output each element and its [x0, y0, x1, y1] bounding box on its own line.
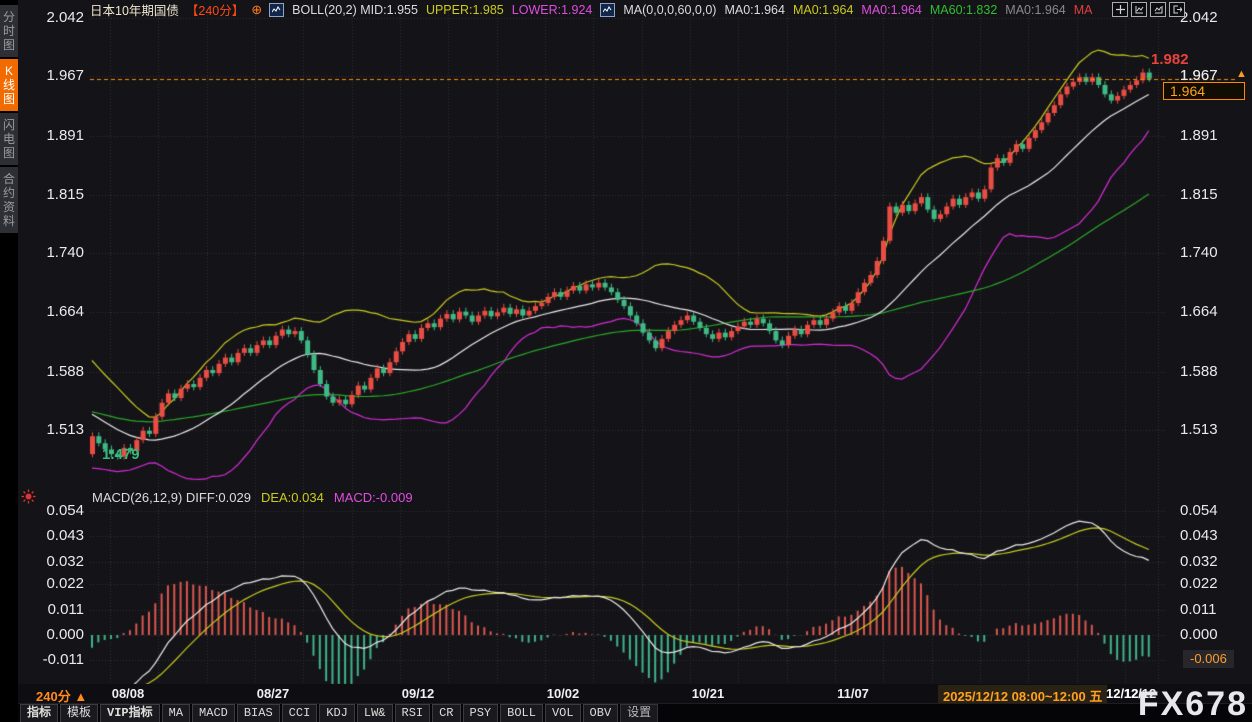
- x-axis-date: 11/07: [837, 686, 869, 701]
- macd-value: MACD(26,12,9) DIFF:0.029: [92, 490, 251, 505]
- macd-y-tick: 0.032: [24, 553, 84, 570]
- macd-value: DEA:0.034: [261, 490, 324, 505]
- indicator-toolbar: 指标模板VIP指标MAMACDBIASCCIKDJLW&RSICRPSYBOLL…: [18, 703, 1252, 722]
- toolbar-tab-设置[interactable]: 设置: [620, 704, 658, 722]
- toolbar-tab-PSY[interactable]: PSY: [463, 704, 499, 722]
- toolbar-tab-MACD[interactable]: MACD: [192, 704, 235, 722]
- right-chart-pane-icon[interactable]: [1150, 2, 1166, 17]
- watermark: FX678: [1138, 685, 1248, 722]
- indicator-chart-icon[interactable]: [269, 3, 284, 17]
- sidebar-item-lightning-chart[interactable]: 闪电图: [0, 113, 18, 165]
- x-axis-strip: 240分 ▲ 08/0808/2709/1210/0210/2111/0712/…: [18, 684, 1252, 703]
- sidebar: 分时图 K线图闪电图合约资料: [0, 0, 18, 722]
- indicator-value: MA60:1.832: [930, 3, 997, 17]
- sidebar-item-contract-info[interactable]: 合约资料: [0, 167, 18, 233]
- period-tag: 【240分】: [186, 0, 244, 19]
- macd-y-tick: 0.043: [1180, 527, 1250, 544]
- main-y-tick: 1.664: [24, 303, 84, 320]
- add-indicator-icon[interactable]: ⊕: [251, 2, 262, 18]
- macd-y-tick: 0.011: [1180, 601, 1250, 618]
- main-y-tick: 1.740: [24, 244, 84, 261]
- indicator-value: MA0:1.964: [793, 3, 853, 17]
- main-y-tick: 1.891: [24, 127, 84, 144]
- macd-current-tag: -0.006: [1183, 650, 1234, 668]
- collapse-pane-icon[interactable]: [1169, 2, 1185, 17]
- macd-y-tick: 0.000: [1180, 626, 1250, 643]
- main-y-tick: 2.042: [24, 9, 84, 26]
- app-window: 分时图 K线图闪电图合约资料 日本10年期国债 【240分】 ⊕ BOLL(20,…: [0, 0, 1252, 722]
- toolbar-tab-OBV[interactable]: OBV: [583, 704, 619, 722]
- crosshair-icon[interactable]: [1112, 2, 1128, 17]
- x-axis-date: 08/08: [112, 686, 145, 701]
- toolbar-tab-LW&[interactable]: LW&: [357, 704, 393, 722]
- main-y-tick: 1.891: [1180, 127, 1250, 144]
- toolbar-tab-RSI[interactable]: RSI: [395, 704, 431, 722]
- main-y-tick: 1.513: [1180, 421, 1250, 438]
- macd-y-tick: -0.011: [24, 651, 84, 668]
- period-arrow-icon: ▲: [74, 689, 87, 704]
- session-high-label: 1.982: [1151, 51, 1189, 68]
- macd-y-tick: 0.043: [24, 527, 84, 544]
- indicator-value: UPPER:1.985: [426, 3, 504, 17]
- x-axis-date: 08/27: [257, 686, 290, 701]
- macd-y-tick: 0.032: [1180, 553, 1250, 570]
- indicator-value: MA0:1.964: [861, 3, 921, 17]
- toolbar-tab-KDJ[interactable]: KDJ: [319, 704, 355, 722]
- indicator-value: MA0:1.964: [1005, 3, 1065, 17]
- macd-y-tick: 0.022: [1180, 575, 1250, 592]
- indicator-values: BOLL(20,2) MID:1.955 UPPER:1.985 LOWER:1.9…: [269, 3, 1092, 17]
- x-axis-date: 09/12: [402, 686, 435, 701]
- main-y-tick: 1.815: [1180, 186, 1250, 203]
- last-price-tag: 1.964: [1163, 82, 1245, 100]
- toolbar-tab-BOLL[interactable]: BOLL: [500, 704, 543, 722]
- main-y-tick: 2.042: [1180, 9, 1250, 26]
- toolbar-tab-VIP指标[interactable]: VIP指标: [100, 704, 160, 722]
- toolbar-tab-指标[interactable]: 指标: [20, 704, 58, 722]
- toolbar-tab-BIAS[interactable]: BIAS: [237, 704, 280, 722]
- indicator-value: LOWER:1.924: [512, 3, 593, 17]
- instrument-title: 日本10年期国债: [90, 0, 179, 19]
- macd-value: MACD:-0.009: [334, 490, 413, 505]
- main-y-tick: 1.967: [24, 67, 84, 84]
- main-y-tick: 1.740: [1180, 244, 1250, 261]
- main-y-tick: 1.815: [24, 186, 84, 203]
- main-y-tick: 1.588: [24, 363, 84, 380]
- x-axis-date: 10/02: [547, 686, 580, 701]
- toolbar-tab-CR[interactable]: CR: [432, 704, 460, 722]
- indicator-value: BOLL(20,2) MID:1.955: [292, 3, 418, 17]
- macd-y-tick: 0.022: [24, 575, 84, 592]
- macd-y-tick: 0.000: [24, 626, 84, 643]
- live-indicator-icon[interactable]: [21, 489, 36, 509]
- macd-y-tick: 0.011: [24, 601, 84, 618]
- toolbar-tab-MA[interactable]: MA: [162, 704, 190, 722]
- window-layout-icons: [1112, 2, 1185, 17]
- indicator-value: MA0:1.964: [724, 3, 784, 17]
- price-up-arrow-icon: ▲: [1236, 68, 1247, 80]
- session-date-label: 12/12: [1106, 686, 1139, 701]
- indicator-value: MA(0,0,0,60,0,0): [623, 3, 716, 17]
- x-axis-date: 10/21: [692, 686, 725, 701]
- left-chart-pane-icon[interactable]: [1131, 2, 1147, 17]
- chart-header: 日本10年期国债 【240分】 ⊕ BOLL(20,2) MID:1.955 UP…: [90, 1, 1093, 18]
- main-y-tick: 1.513: [24, 421, 84, 438]
- indicator-chart-icon[interactable]: [600, 3, 615, 17]
- chart-canvas[interactable]: [0, 0, 1252, 722]
- macd-y-tick: 0.054: [1180, 502, 1250, 519]
- indicator-value: MA: [1074, 3, 1093, 17]
- main-y-tick: 1.588: [1180, 363, 1250, 380]
- sidebar-item-kline-chart[interactable]: K线图: [0, 59, 18, 111]
- main-y-tick: 1.664: [1180, 303, 1250, 320]
- macd-header: MACD(26,12,9) DIFF:0.029 DEA:0.034 MACD:-0…: [92, 490, 413, 505]
- sidebar-item-time-chart[interactable]: 分时图: [0, 5, 18, 57]
- session-low-label: 1.479: [102, 446, 140, 463]
- toolbar-tab-模板[interactable]: 模板: [60, 704, 98, 722]
- toolbar-tab-VOL[interactable]: VOL: [545, 704, 581, 722]
- toolbar-tab-CCI[interactable]: CCI: [282, 704, 318, 722]
